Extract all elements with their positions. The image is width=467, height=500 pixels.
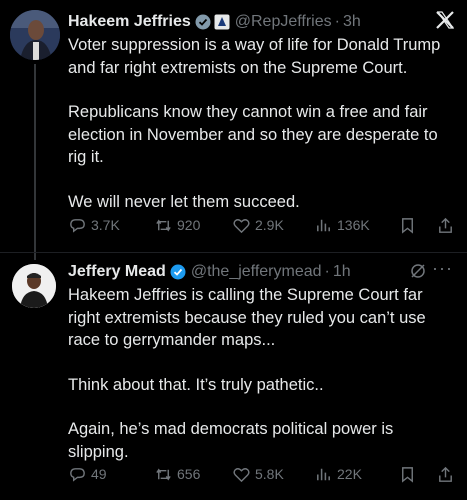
repost-count: 656: [177, 466, 201, 482]
bookmark-icon: [402, 466, 413, 483]
like-icon: [233, 218, 250, 233]
reply-button[interactable]: 3.7K: [68, 216, 120, 235]
author-handle[interactable]: @the_jefferymead: [191, 263, 322, 281]
tweet-paragraph: Hakeem Jeffries is calling the Supreme C…: [68, 286, 426, 349]
tweet-header: Jeffery Mead @the_jefferymead · 1h: [68, 260, 457, 284]
share-icon: [439, 466, 452, 482]
tweet-paragraph: Republicans know they cannot win a free …: [68, 103, 438, 166]
bookmark-icon: [402, 217, 413, 234]
thread-line: [34, 64, 36, 260]
author-name[interactable]: Jeffery Mead: [68, 263, 166, 281]
views-icon: [317, 468, 330, 480]
repost-icon: [156, 218, 171, 232]
author-handle[interactable]: @RepJeffries: [235, 13, 332, 31]
bookmark-button[interactable]: [398, 465, 421, 484]
timestamp[interactable]: 3h: [343, 13, 361, 31]
tweet-paragraph: Think about that. It’s truly pathetic..: [68, 375, 324, 394]
repost-button[interactable]: 920: [154, 216, 200, 235]
views-count: 22K: [337, 466, 362, 482]
like-count: 2.9K: [255, 217, 284, 233]
share-icon: [439, 217, 452, 233]
reply-count: 3.7K: [91, 217, 120, 233]
like-icon: [233, 467, 250, 482]
tweet-paragraph: Again, he’s mad democrats political powe…: [68, 420, 394, 461]
avatar[interactable]: [12, 264, 56, 308]
reply-button[interactable]: 49: [68, 465, 107, 484]
x-logo-icon: [435, 10, 455, 30]
tweet-header: Hakeem Jeffries @RepJeffries · 3h: [68, 10, 457, 34]
timestamp[interactable]: 1h: [333, 263, 351, 281]
like-button[interactable]: 2.9K: [232, 216, 284, 235]
avatar[interactable]: [10, 10, 60, 60]
bookmark-button[interactable]: [398, 216, 421, 235]
repost-icon: [156, 467, 171, 481]
share-button[interactable]: [436, 465, 459, 484]
views-button[interactable]: 136K: [314, 216, 370, 235]
reply-icon: [70, 467, 85, 482]
like-count: 5.8K: [255, 466, 284, 482]
action-bar: 3.7K 920 2.9K 136K: [68, 214, 459, 236]
repost-count: 920: [177, 217, 201, 233]
reply-count: 49: [91, 466, 107, 482]
views-icon: [317, 219, 330, 231]
verified-badge-icon: [170, 264, 186, 280]
repost-button[interactable]: 656: [154, 465, 200, 484]
views-button[interactable]: 22K: [314, 465, 362, 484]
reply-icon: [70, 218, 85, 233]
share-button[interactable]: [436, 216, 459, 235]
more-icon[interactable]: ···: [432, 258, 453, 279]
tweet-paragraph: We will never let them succeed.: [68, 192, 300, 211]
tweet-text: Hakeem Jeffries is calling the Supreme C…: [68, 284, 455, 485]
action-bar: 49 656 5.8K 22K: [68, 463, 459, 485]
grok-icon[interactable]: [409, 262, 427, 280]
like-button[interactable]: 5.8K: [232, 465, 284, 484]
separator-dot: ·: [324, 263, 330, 280]
separator-dot: ·: [334, 13, 340, 30]
views-count: 136K: [337, 217, 370, 233]
divider: [0, 252, 467, 253]
government-badge-icon: [214, 14, 230, 30]
tweet-text: Voter suppression is a way of life for D…: [68, 34, 455, 235]
tweet-paragraph: Voter suppression is a way of life for D…: [68, 36, 441, 77]
verified-badge-icon: [195, 14, 211, 30]
author-name[interactable]: Hakeem Jeffries: [68, 13, 191, 31]
